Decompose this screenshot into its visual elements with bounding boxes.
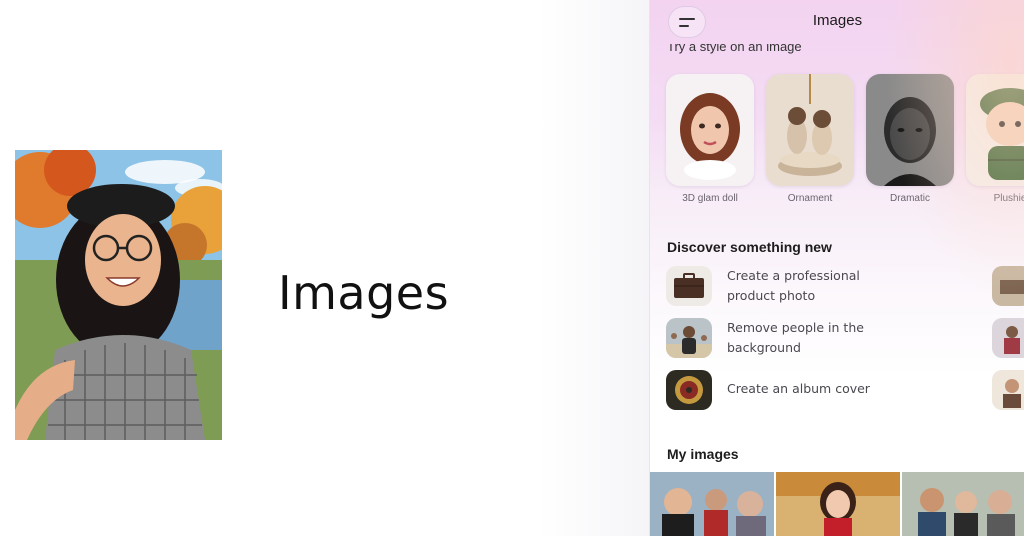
style-card-ornament[interactable]: Ornament xyxy=(766,74,854,204)
gallery-image[interactable] xyxy=(650,472,774,536)
discover-side-thumb[interactable] xyxy=(992,266,1024,306)
gallery-image[interactable] xyxy=(902,472,1024,536)
gallery-image[interactable] xyxy=(776,472,900,536)
panel-shadow xyxy=(540,0,655,536)
discover-item-product-photo[interactable]: Create a professional product photo xyxy=(666,266,996,308)
my-images-gallery xyxy=(650,472,1024,536)
discover-item-remove-people[interactable]: Remove people in the background xyxy=(666,318,996,360)
promo-illustration xyxy=(15,150,222,440)
beach-person-photo-icon xyxy=(666,318,712,358)
style-carousel: 3D glam doll Ornament Dramatic Plushie xyxy=(666,74,1024,204)
suitcase-photo-icon xyxy=(666,266,712,306)
discover-side-thumb[interactable] xyxy=(992,318,1024,358)
glam-doll-portrait-icon xyxy=(666,74,754,186)
style-label: Ornament xyxy=(787,193,833,204)
app-title: Images xyxy=(812,12,863,29)
my-images-title: My images xyxy=(667,446,739,462)
dramatic-portrait-icon xyxy=(866,74,954,186)
discover-item-label: Remove people in the background xyxy=(727,320,864,355)
style-card-dramatic[interactable]: Dramatic xyxy=(866,74,954,204)
album-cover-photo-icon xyxy=(666,370,712,410)
images-app-panel: Images Try a style on an image 3D glam d… xyxy=(649,0,1024,536)
discover-title: Discover something new xyxy=(667,239,832,255)
style-label: Dramatic xyxy=(889,193,930,204)
cats-ornament-icon xyxy=(766,74,854,186)
discover-side-thumb[interactable] xyxy=(992,370,1024,410)
style-label: 3D glam doll xyxy=(682,193,738,204)
discover-item-label: Create an album cover xyxy=(727,381,870,396)
promo-title: Images xyxy=(278,266,450,320)
discover-item-album-cover[interactable]: Create an album cover xyxy=(666,370,996,412)
styles-section-title: Try a style on an image xyxy=(667,44,802,54)
style-label: Plushie xyxy=(993,193,1024,204)
discover-item-label: Create a professional product photo xyxy=(727,268,860,303)
plushie-figure-icon xyxy=(966,74,1024,186)
style-card-plushie[interactable]: Plushie xyxy=(966,74,1024,204)
style-card-glam-doll[interactable]: 3D glam doll xyxy=(666,74,754,204)
